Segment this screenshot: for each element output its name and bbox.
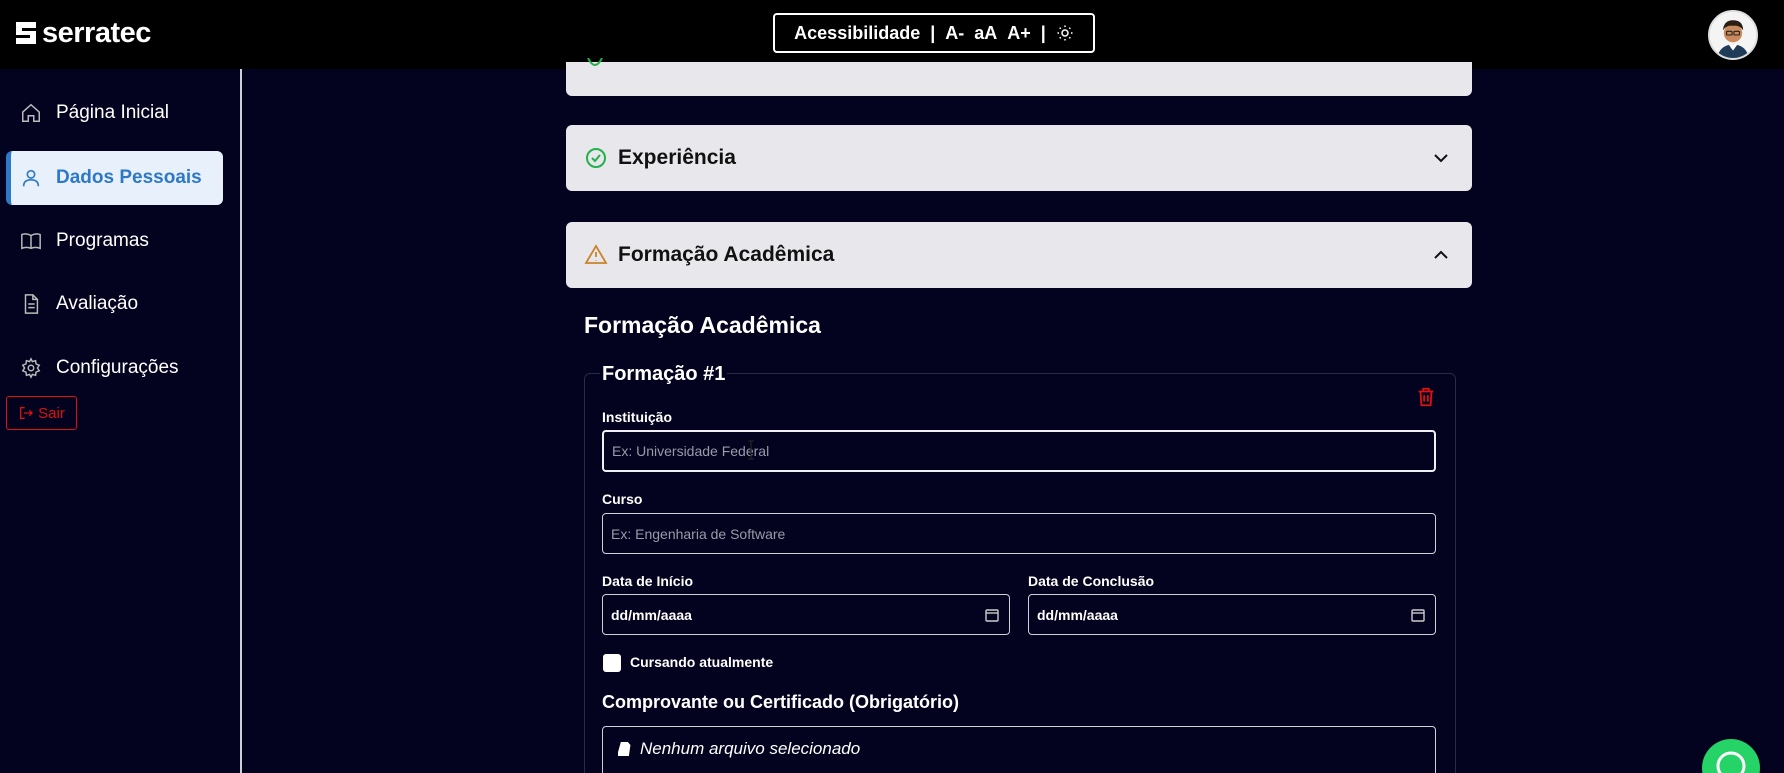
accessibility-label: Acessibilidade (794, 22, 921, 43)
sidebar-item-home[interactable]: Página Inicial (6, 86, 223, 140)
chevron-up-icon (1434, 250, 1448, 259)
gear-icon (21, 357, 41, 379)
calendar-icon[interactable] (985, 608, 999, 622)
logo-text: serratec (42, 16, 151, 49)
calendar-icon[interactable] (1411, 608, 1425, 622)
trash-icon[interactable] (1415, 386, 1437, 408)
user-avatar[interactable] (1708, 10, 1758, 60)
accordion-title: Experiência (618, 146, 736, 169)
accordion-title: Formação Acadêmica (618, 243, 835, 266)
logout-label: Sair (38, 404, 65, 422)
file-icon (618, 742, 631, 756)
sidebar-item-label: Avaliação (56, 293, 139, 314)
accordion-education[interactable]: Formação Acadêmica (566, 222, 1472, 288)
text-cursor-icon (748, 440, 754, 460)
font-decrease-button[interactable]: A- (945, 23, 964, 44)
user-icon (22, 169, 40, 187)
document-icon (24, 294, 39, 314)
sidebar: Página Inicial Dados Pessoais Programas … (0, 69, 242, 773)
entry-title: Formação #1 (600, 363, 728, 386)
sidebar-item-programs[interactable]: Programas (6, 214, 223, 268)
whatsapp-icon (1716, 751, 1746, 773)
sidebar-item-evaluation[interactable]: Avaliação (6, 277, 223, 331)
home-icon (22, 103, 40, 122)
end-date-label: Data de Conclusão (1028, 573, 1155, 589)
section-title: Formação Acadêmica (584, 312, 821, 338)
font-increase-button[interactable]: A+ (1007, 23, 1031, 44)
institution-input[interactable] (602, 430, 1436, 472)
avatar-icon (1710, 12, 1756, 58)
logo-mark-icon (16, 22, 36, 44)
file-status-text: Nenhum arquivo selecionado (640, 739, 861, 758)
top-bar: serratec Acessibilidade | A- aA A+ | (0, 0, 1784, 69)
sidebar-item-settings[interactable]: Configurações (6, 341, 223, 395)
date-value: dd/mm/aaaa (611, 606, 692, 623)
sidebar-item-personal-data[interactable]: Dados Pessoais (6, 151, 223, 205)
accordion-experience[interactable]: Experiência (566, 125, 1472, 191)
end-date-input[interactable]: dd/mm/aaaa (1028, 594, 1436, 635)
separator: | (930, 22, 936, 43)
date-value: dd/mm/aaaa (1037, 606, 1118, 623)
currently-studying-checkbox[interactable] (603, 654, 621, 672)
sidebar-item-label: Página Inicial (56, 102, 170, 123)
start-date-label: Data de Início (602, 573, 694, 589)
course-label: Curso (602, 491, 643, 507)
start-date-input[interactable]: dd/mm/aaaa (602, 594, 1010, 635)
logout-icon (20, 407, 34, 419)
sun-icon[interactable] (1056, 24, 1074, 42)
whatsapp-button[interactable] (1702, 739, 1760, 773)
certificate-title: Comprovante ou Certificado (Obrigatório) (602, 692, 960, 712)
accessibility-bar: Acessibilidade | A- aA A+ | (773, 13, 1095, 53)
serratec-logo[interactable]: serratec (14, 17, 151, 49)
book-icon (21, 233, 41, 250)
course-input[interactable] (602, 513, 1436, 554)
sidebar-item-label: Configurações (56, 357, 179, 378)
sidebar-item-label: Dados Pessoais (56, 167, 202, 188)
separator: | (1040, 22, 1046, 43)
warning-icon (584, 244, 608, 264)
logout-button[interactable]: Sair (6, 396, 77, 430)
check-circle-icon (587, 58, 603, 66)
institution-label: Instituição (602, 409, 673, 425)
chevron-down-icon (1434, 154, 1448, 163)
sidebar-item-label: Programas (56, 230, 149, 251)
accordion-previous[interactable] (566, 58, 1472, 96)
check-circle-icon (586, 148, 606, 168)
file-status: Nenhum arquivo selecionado (618, 739, 860, 759)
font-reset-button[interactable]: aA (974, 23, 997, 44)
currently-studying-label: Cursando atualmente (630, 654, 774, 670)
